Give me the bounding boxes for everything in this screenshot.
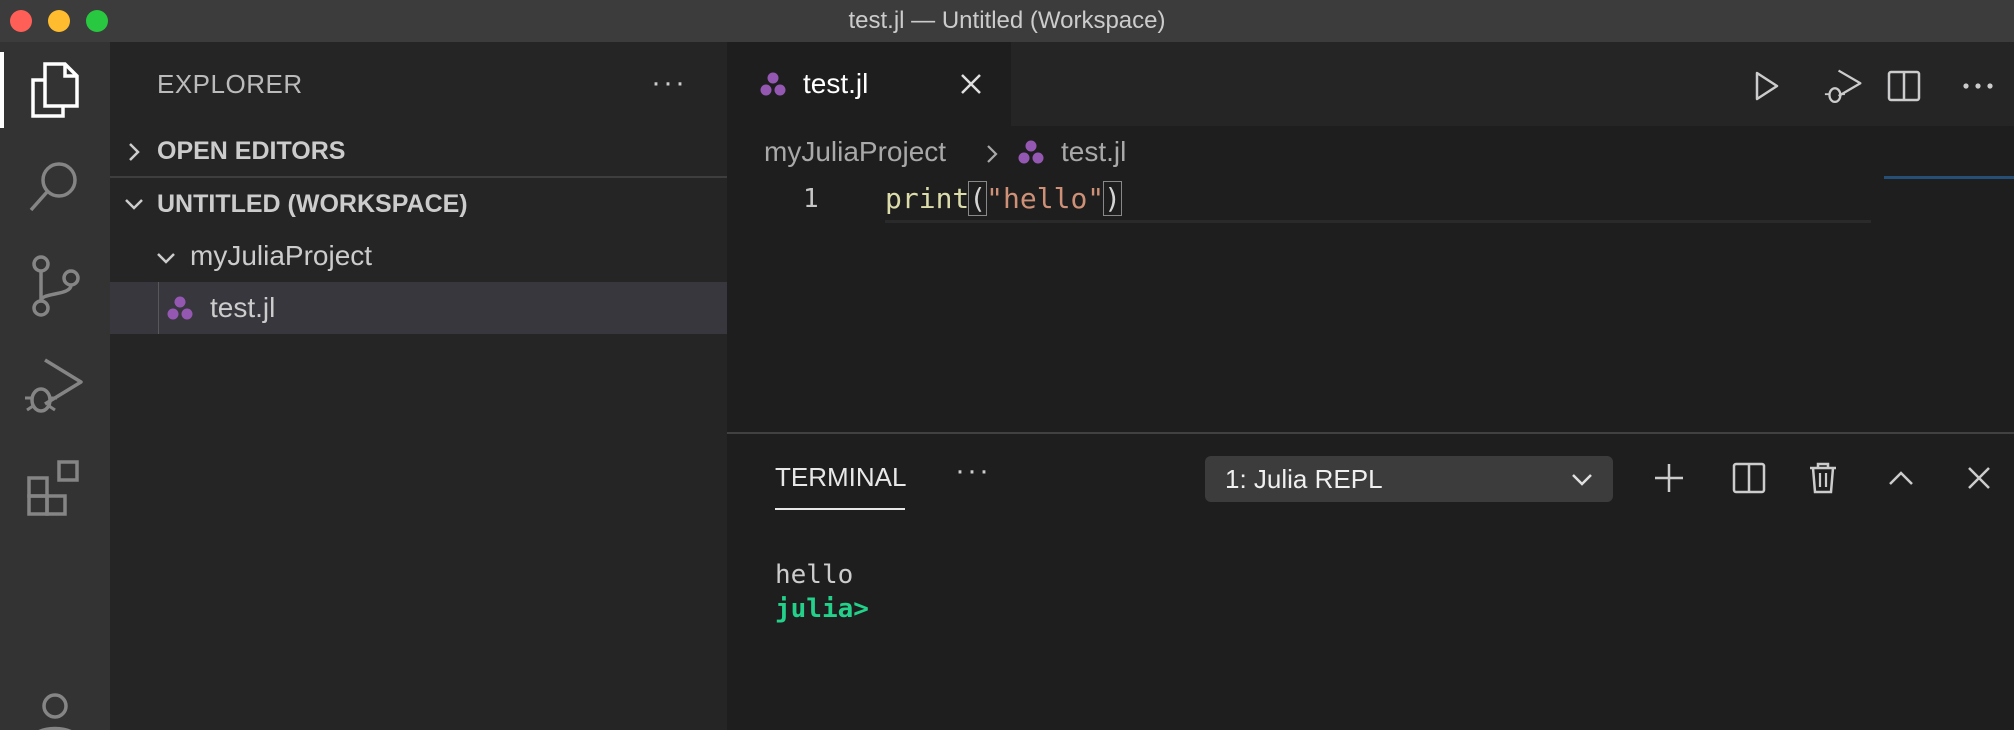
breadcrumb-folder[interactable]: myJuliaProject — [764, 136, 946, 168]
tree-folder-myjuliaproject[interactable]: myJuliaProject — [110, 230, 727, 282]
close-window-button[interactable] — [10, 10, 32, 32]
minimap-indicator[interactable] — [1884, 176, 2014, 179]
minimize-window-button[interactable] — [48, 10, 70, 32]
activity-search[interactable] — [0, 138, 110, 234]
activity-run-debug[interactable] — [0, 338, 110, 434]
run-button[interactable] — [1746, 66, 1786, 106]
split-editor-button[interactable] — [1884, 66, 1924, 106]
explorer-more-button[interactable]: ··· — [651, 66, 687, 100]
close-icon[interactable] — [957, 70, 985, 98]
code-line[interactable]: 1 print("hello") — [727, 180, 1867, 222]
tab-terminal[interactable]: TERMINAL — [775, 462, 906, 493]
code-token-paren: ( — [968, 181, 988, 216]
chevron-down-icon — [125, 199, 143, 210]
more-icon — [1963, 83, 1993, 89]
panel-header: TERMINAL ··· 1: Julia REPL — [727, 434, 2014, 514]
terminal-line: hello — [775, 560, 854, 590]
code-token-paren: ) — [1103, 181, 1123, 216]
trash-icon — [1810, 462, 1836, 494]
debug-run-icon — [1824, 69, 1862, 104]
breadcrumb: myJuliaProject test.jl — [727, 126, 2014, 178]
code-token-string: "hello" — [986, 182, 1105, 215]
active-tab-indicator — [775, 508, 905, 510]
maximize-panel-button[interactable] — [1879, 456, 1923, 500]
close-panel-button[interactable] — [1957, 456, 2001, 500]
activity-source-control[interactable] — [0, 238, 110, 334]
window-controls — [10, 10, 108, 32]
explorer-sidebar: EXPLORER ··· OPEN EDITORS UNTITLED (WORK… — [110, 42, 727, 730]
current-line-highlight — [885, 220, 1871, 223]
line-number: 1 — [803, 184, 819, 214]
file-label: test.jl — [210, 292, 276, 323]
editor-area: test.jl myJuliaProject test.jl 1 print("… — [727, 42, 2014, 432]
title-bar: test.jl — Untitled (Workspace) — [0, 0, 2014, 42]
editor-more-button[interactable] — [1958, 66, 1998, 106]
chevron-right-icon — [987, 145, 998, 163]
extensions-icon — [27, 460, 79, 516]
run-icon — [1755, 71, 1779, 101]
chevron-down-icon — [1572, 474, 1592, 486]
panel-more-button[interactable]: ··· — [955, 454, 991, 488]
plus-icon — [1655, 464, 1683, 492]
code-text[interactable]: print("hello") — [885, 181, 1123, 216]
search-icon — [29, 162, 77, 212]
tree-file-test-jl[interactable]: test.jl — [110, 282, 727, 334]
julia-file-icon — [1018, 140, 1044, 164]
split-terminal-button[interactable] — [1727, 456, 1771, 500]
julia-prompt: julia> — [775, 594, 869, 624]
chevron-up-icon — [1889, 471, 1913, 485]
terminal-output[interactable]: hello julia> — [775, 558, 869, 626]
activity-explorer[interactable] — [0, 42, 110, 138]
close-icon — [1968, 467, 1990, 489]
run-debug-icon — [25, 358, 83, 413]
breadcrumb-file[interactable]: test.jl — [1061, 136, 1126, 168]
chevron-down-icon — [157, 253, 175, 264]
folder-label: myJuliaProject — [190, 240, 373, 271]
julia-file-icon — [167, 296, 193, 320]
section-open-editors[interactable]: OPEN EDITORS — [110, 126, 727, 178]
activity-extensions[interactable] — [0, 440, 110, 536]
activity-accounts[interactable] — [0, 642, 110, 730]
explorer-header: EXPLORER ··· — [110, 42, 727, 126]
source-control-icon — [32, 255, 80, 317]
terminal-select[interactable]: 1: Julia REPL — [1205, 456, 1613, 502]
activity-bar — [0, 42, 110, 730]
kill-terminal-button[interactable] — [1801, 456, 1845, 500]
tab-label: test.jl — [803, 68, 869, 99]
terminal-select-value: 1: Julia REPL — [1225, 463, 1383, 494]
window-title: test.jl — Untitled (Workspace) — [848, 7, 1166, 34]
tab-test-jl[interactable]: test.jl — [727, 42, 1011, 126]
section-workspace[interactable]: UNTITLED (WORKSPACE) — [110, 178, 727, 230]
explorer-title: EXPLORER — [157, 68, 303, 99]
maximize-window-button[interactable] — [86, 10, 108, 32]
editor-tabs: test.jl — [727, 42, 2014, 126]
section-label: UNTITLED (WORKSPACE) — [157, 189, 468, 218]
debug-run-button[interactable] — [1824, 66, 1864, 106]
split-editor-icon — [1887, 70, 1921, 102]
terminal-panel: TERMINAL ··· 1: Julia REPL hello julia> — [727, 432, 2014, 730]
code-token-function: print — [885, 182, 970, 215]
split-terminal-icon — [1732, 462, 1766, 494]
files-icon — [31, 62, 79, 118]
account-icon — [38, 693, 72, 730]
new-terminal-button[interactable] — [1647, 456, 1691, 500]
section-label: OPEN EDITORS — [157, 136, 346, 165]
chevron-right-icon — [129, 143, 140, 161]
julia-file-icon — [760, 72, 786, 96]
